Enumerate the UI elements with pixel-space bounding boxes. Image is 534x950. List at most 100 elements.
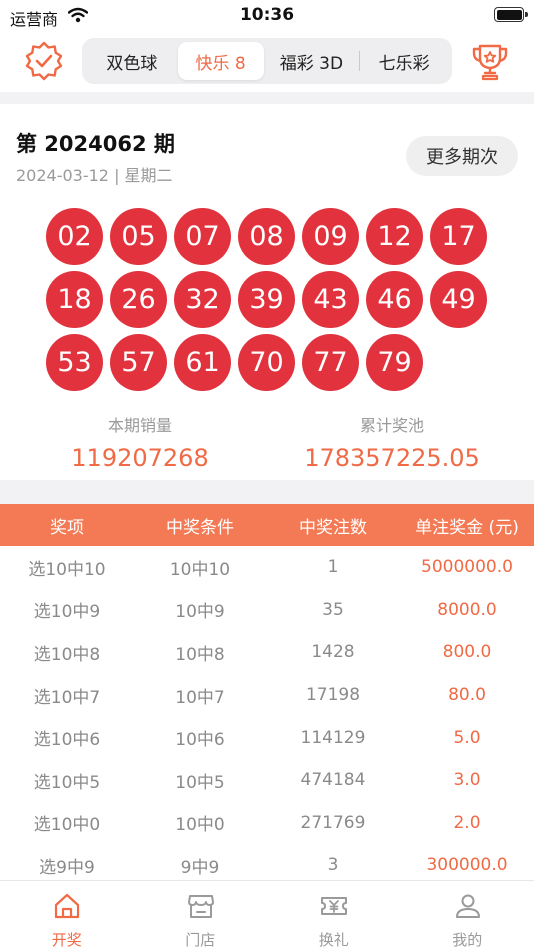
condition-cell: 10中9	[175, 602, 225, 623]
prize-table: 奖项 中奖条件 中奖注数 单注奖金 (元) 选10中10 10中10 1 500000…	[0, 504, 534, 880]
verified-badge-icon[interactable]	[22, 39, 66, 83]
prize-amount-cell: 2.0	[453, 812, 481, 833]
number-ball: 05	[110, 208, 167, 265]
number-ball: 12	[366, 208, 423, 265]
winners-cell: 271769	[300, 812, 366, 833]
condition-cell: 10中5	[175, 772, 225, 793]
number-ball: 02	[46, 208, 103, 265]
prize-amount-cell: 5000000.0	[421, 557, 513, 578]
prize-amount-cell: 8000.0	[437, 599, 497, 620]
jackpot-label: 累计奖池	[359, 416, 424, 435]
number-ball: 32	[174, 271, 231, 328]
tabbar-item-profile[interactable]: 我的	[401, 881, 534, 950]
jackpot-value: 178357225.05	[304, 444, 480, 472]
prize-level-cell: 选10中10	[28, 559, 106, 580]
gift-ticket-icon	[321, 897, 347, 915]
draw-result-card: 第 2024062 期 2024-03-12 | 星期二 更多期次 02 05 07…	[0, 104, 534, 480]
lottery-type-tabs: 双色球 快乐 8 福彩 3D 七乐彩	[82, 38, 452, 84]
condition-cell: 9中9	[180, 857, 220, 878]
more-issues-button[interactable]: 更多期次	[406, 136, 518, 176]
prize-level-cell: 选10中0	[33, 815, 101, 836]
col-header-prize-amount: 单注奖金 (元)	[415, 517, 519, 538]
number-ball: 46	[366, 271, 423, 328]
prize-level-cell: 选10中7	[33, 687, 101, 708]
prize-amount-cell: 300000.0	[426, 855, 508, 876]
sales-label: 本期销量	[107, 416, 172, 435]
number-ball: 57	[110, 334, 167, 391]
col-header-prize-level: 奖项	[50, 517, 84, 538]
status-bar: 运营商 10:36	[0, 0, 534, 30]
prize-amount-cell: 800.0	[442, 642, 492, 663]
table-row: 选10中0 10中0 271769 2.0	[0, 802, 534, 845]
tab-fucai3d[interactable]: 福彩 3D	[264, 42, 360, 80]
condition-cell: 10中6	[175, 730, 225, 751]
tab-kuaile8[interactable]: 快乐 8	[177, 42, 264, 80]
sales-stat: 本期销量 119207268	[40, 412, 240, 472]
clock: 10:36	[239, 5, 295, 25]
tabbar-item-redeem[interactable]: 换礼	[267, 881, 401, 950]
condition-cell: 10中8	[175, 644, 225, 665]
tabbar-label: 我的	[452, 931, 483, 949]
winners-cell: 474184	[300, 770, 366, 791]
winners-cell: 17198	[305, 685, 361, 706]
prize-level-cell: 选9中9	[39, 857, 95, 878]
number-ball: 61	[174, 334, 231, 391]
table-row: 选10中7 10中7 17198 80.0	[0, 674, 534, 717]
number-ball: 09	[302, 208, 359, 265]
prize-amount-cell: 80.0	[448, 685, 486, 706]
home-icon	[54, 893, 80, 919]
jackpot-stat: 累计奖池 178357225.05	[292, 412, 492, 472]
table-row: 选10中6 10中6 114129 5.0	[0, 716, 534, 759]
top-header: 双色球 快乐 8 福彩 3D 七乐彩	[0, 30, 534, 92]
number-ball: 77	[302, 334, 359, 391]
sales-value: 119207268	[71, 444, 209, 472]
number-ball: 17	[430, 208, 487, 265]
trophy-icon[interactable]	[468, 39, 512, 83]
tabbar-label: 门店	[185, 931, 216, 949]
issue-number: 第 2024062 期	[16, 132, 175, 156]
number-ball: 07	[174, 208, 231, 265]
table-header: 奖项 中奖条件 中奖注数 单注奖金 (元)	[0, 504, 534, 546]
tabbar-item-draw[interactable]: 开奖	[0, 881, 134, 950]
number-ball: 79	[366, 334, 423, 391]
condition-cell: 10中0	[175, 815, 225, 836]
bottom-tab-bar: 开奖 门店 换礼 我的	[0, 880, 534, 950]
number-ball: 39	[238, 271, 295, 328]
number-ball: 53	[46, 334, 103, 391]
prize-level-cell: 选10中9	[33, 602, 101, 623]
winners-cell: 114129	[300, 727, 366, 748]
tabbar-item-store[interactable]: 门店	[134, 881, 268, 950]
store-icon	[187, 895, 214, 918]
prize-level-cell: 选10中5	[33, 772, 101, 793]
tab-shuangseqiu[interactable]: 双色球	[86, 42, 178, 80]
number-ball: 26	[110, 271, 167, 328]
draw-date: 2024-03-12 | 星期二	[16, 166, 173, 185]
number-ball: 08	[238, 208, 295, 265]
winners-cell: 1	[327, 557, 339, 578]
number-ball: 70	[238, 334, 295, 391]
battery-icon	[494, 7, 528, 22]
tabbar-label: 开奖	[51, 931, 82, 949]
table-row: 选10中9 10中9 35 8000.0	[0, 589, 534, 632]
table-row: 选10中10 10中10 1 5000000.0	[0, 546, 534, 589]
winners-cell: 3	[327, 855, 339, 876]
prize-level-cell: 选10中6	[33, 730, 101, 751]
number-ball: 49	[430, 271, 487, 328]
tabbar-label: 换礼	[318, 931, 349, 949]
tab-qilecai[interactable]: 七乐彩	[360, 42, 448, 80]
winners-cell: 35	[322, 599, 344, 620]
table-body: 选10中10 10中10 1 5000000.0 选10中9 10中9 35 8000.0 选1…	[0, 546, 534, 880]
table-row: 选10中8 10中8 1428 800.0	[0, 631, 534, 674]
col-header-winners: 中奖注数	[299, 517, 367, 538]
prize-amount-cell: 3.0	[453, 770, 481, 791]
winners-cell: 1428	[311, 642, 355, 663]
number-ball: 43	[302, 271, 359, 328]
prize-amount-cell: 5.0	[453, 727, 481, 748]
col-header-condition: 中奖条件	[166, 517, 234, 538]
table-row: 选9中9 9中9 3 300000.0	[0, 844, 534, 880]
prize-level-cell: 选10中8	[33, 644, 101, 665]
table-row: 选10中5 10中5 474184 3.0	[0, 759, 534, 802]
user-icon	[455, 894, 480, 918]
number-ball: 18	[46, 271, 103, 328]
condition-cell: 10中7	[175, 687, 225, 708]
